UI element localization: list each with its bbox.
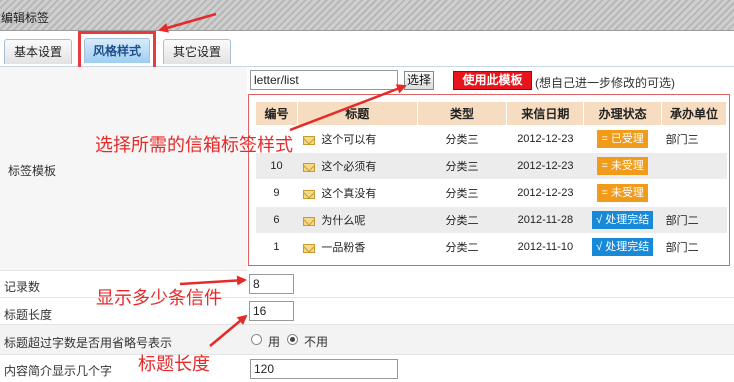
select-button[interactable]: 选择 <box>404 71 434 90</box>
row-dept <box>661 179 727 207</box>
envelope-icon <box>303 189 316 199</box>
row-type: 分类三 <box>417 152 507 180</box>
row-date: 2012-12-23 <box>506 152 584 180</box>
row-type: 分类二 <box>417 206 507 234</box>
row-id: 6 <box>255 206 298 234</box>
row-status-cell: √ 处理完结 <box>583 233 662 261</box>
row-date: 2012-12-23 <box>506 179 584 207</box>
title-length-label: 标题长度 <box>4 308 53 322</box>
template-preview: 编号 标题 类型 来信日期 办理状态 承办单位 这个可以有 分类三 2012-1… <box>248 94 730 266</box>
status-badge: = 未受理 <box>597 157 648 175</box>
ellipsis-yes-label[interactable]: 用 <box>268 333 280 350</box>
annotation-title-length: 标题长度 <box>138 354 210 375</box>
col-header: 类型 <box>416 101 508 126</box>
row-status-cell: = 未受理 <box>583 179 662 207</box>
row-status-cell: √ 处理完结 <box>583 206 662 234</box>
ellipsis-yes-radio[interactable] <box>251 334 262 345</box>
row-dept: 部门二 <box>661 206 727 234</box>
row-id: 1 <box>255 233 298 261</box>
row-dept: 部门三 <box>661 125 727 153</box>
active-tab-highlight <box>78 31 156 71</box>
letter-table: 编号 标题 类型 来信日期 办理状态 承办单位 这个可以有 分类三 2012-1… <box>255 101 727 261</box>
record-count-input[interactable] <box>249 274 294 294</box>
row-title-cell: 这个必须有 <box>297 152 418 180</box>
intro-length-input[interactable] <box>250 359 398 379</box>
row-type: 分类二 <box>417 233 507 261</box>
envelope-icon <box>303 135 316 145</box>
intro-length-label: 内容简介显示几个字 <box>4 364 113 378</box>
row-dept: 部门二 <box>661 233 727 261</box>
ellipsis-no-radio[interactable] <box>287 334 298 345</box>
row-type: 分类三 <box>417 179 507 207</box>
ellipsis-label: 标题超过字数是否用省略号表示 <box>4 336 173 350</box>
row-dept <box>661 152 727 180</box>
row-title[interactable]: 这个必须有 <box>321 161 376 173</box>
row-status-cell: = 已受理 <box>583 125 662 153</box>
title-bar: 编辑标签 <box>0 0 734 31</box>
annotation-show-count: 显示多少条信件 <box>96 288 222 309</box>
row-date: 2012-12-23 <box>506 125 584 153</box>
envelope-icon <box>303 216 316 226</box>
col-header: 标题 <box>296 101 418 126</box>
template-label: 标签模板 <box>8 164 57 178</box>
title-length-input[interactable] <box>249 301 294 321</box>
row-title[interactable]: 一品粉香 <box>321 242 365 254</box>
row-title[interactable]: 这个真没有 <box>321 188 376 200</box>
table-row: 1 一品粉香 分类二 2012-11-10 √ 处理完结 部门二 <box>255 233 727 261</box>
ellipsis-row: 标题超过字数是否用省略号表示 <box>0 325 734 355</box>
window-title: 编辑标签 <box>1 11 50 25</box>
record-count-label: 记录数 <box>4 280 41 294</box>
status-badge: √ 处理完结 <box>592 211 654 229</box>
row-status-cell: = 未受理 <box>583 152 662 180</box>
col-header: 来信日期 <box>506 101 585 126</box>
tab-basic-settings[interactable]: 基本设置 <box>4 39 72 64</box>
envelope-icon <box>303 243 316 253</box>
row-title-cell: 一品粉香 <box>297 233 418 261</box>
envelope-icon <box>303 162 316 172</box>
col-header: 承办单位 <box>661 101 727 126</box>
col-header: 办理状态 <box>583 101 663 126</box>
status-badge: = 已受理 <box>597 130 648 148</box>
tab-other-settings[interactable]: 其它设置 <box>163 39 231 64</box>
row-type: 分类三 <box>417 125 507 153</box>
status-badge: √ 处理完结 <box>592 238 654 256</box>
row-date: 2012-11-28 <box>506 206 584 234</box>
use-template-button[interactable]: 使用此模板 <box>453 71 532 90</box>
row-title[interactable]: 为什么呢 <box>321 215 365 227</box>
template-path-input[interactable] <box>250 70 398 90</box>
row-title-cell: 为什么呢 <box>297 206 418 234</box>
table-row: 10 这个必须有 分类三 2012-12-23 = 未受理 <box>255 152 727 180</box>
table-row: 9 这个真没有 分类三 2012-12-23 = 未受理 <box>255 179 727 207</box>
row-title-cell: 这个可以有 <box>297 125 418 153</box>
col-header: 编号 <box>255 101 298 126</box>
annotation-choose-style: 选择所需的信箱标签样式 <box>95 135 293 156</box>
table-row: 6 为什么呢 分类二 2012-11-28 √ 处理完结 部门二 <box>255 206 727 234</box>
row-title-cell: 这个真没有 <box>297 179 418 207</box>
row-title[interactable]: 这个可以有 <box>321 134 376 146</box>
table-row: 这个可以有 分类三 2012-12-23 = 已受理 部门三 <box>255 125 727 153</box>
row-id: 9 <box>255 179 298 207</box>
status-badge: = 未受理 <box>597 184 648 202</box>
row-date: 2012-11-10 <box>506 233 584 261</box>
template-hint: (想自己进一步修改的可选) <box>535 76 675 90</box>
ellipsis-no-label[interactable]: 不用 <box>304 333 328 350</box>
